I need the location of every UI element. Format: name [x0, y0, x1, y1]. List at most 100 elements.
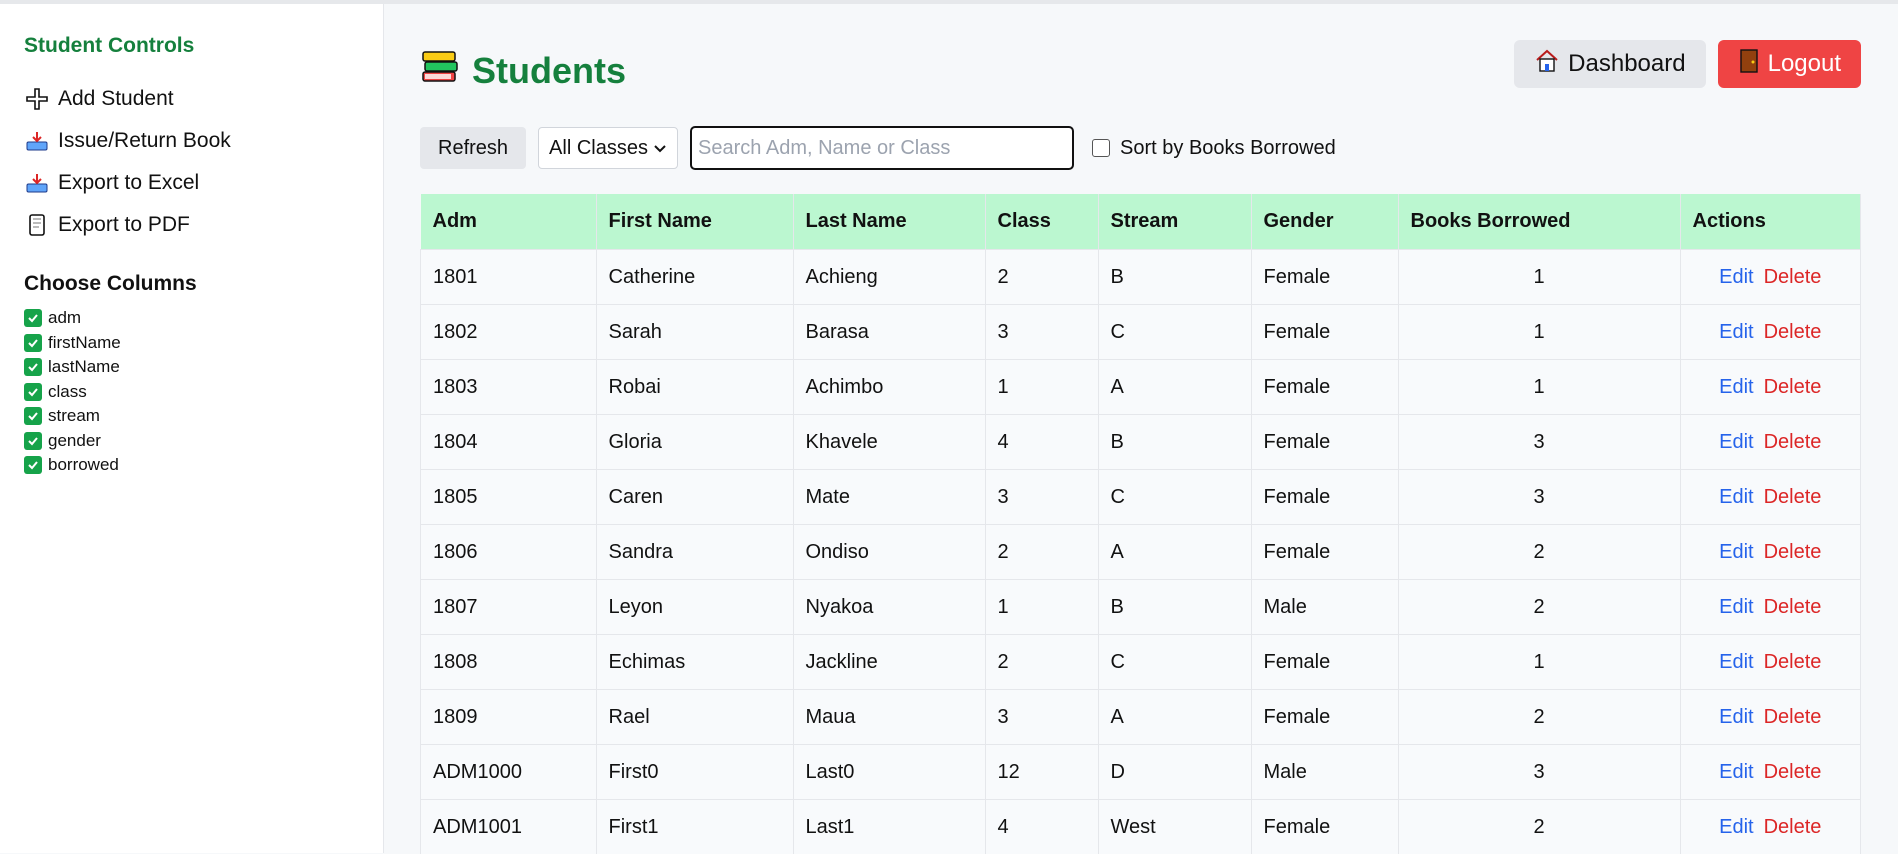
delete-link[interactable]: Delete [1764, 321, 1822, 343]
cell-first-name: Catherine [596, 250, 793, 305]
cell-actions: Edit Delete [1680, 415, 1861, 470]
edit-link[interactable]: Edit [1719, 596, 1753, 618]
checkbox-checked-icon[interactable] [24, 358, 42, 376]
sidebar-item-issue-return-book[interactable]: Issue/Return Book [24, 120, 359, 162]
column-header-first-name[interactable]: First Name [596, 194, 793, 250]
edit-link[interactable]: Edit [1719, 706, 1753, 728]
edit-link[interactable]: Edit [1719, 541, 1753, 563]
cell-books-borrowed: 2 [1398, 525, 1680, 580]
cell-last-name: Achimbo [793, 360, 985, 415]
cell-adm: 1806 [421, 525, 597, 580]
sidebar-item-label: Export to Excel [58, 171, 199, 195]
table-row: 1805CarenMate3CFemale3EditDelete [421, 470, 1861, 525]
cell-stream: B [1098, 580, 1251, 635]
refresh-button[interactable]: Refresh [420, 127, 526, 169]
checkbox-checked-icon[interactable] [24, 334, 42, 352]
delete-link[interactable]: Delete [1764, 376, 1822, 398]
edit-link[interactable]: Edit [1719, 486, 1753, 508]
sidebar-item-add-student[interactable]: Add Student [24, 78, 359, 120]
delete-link[interactable]: Delete [1764, 486, 1822, 508]
table-row: 1807LeyonNyakoa1BMale2EditDelete [421, 580, 1861, 635]
sidebar-item-export-pdf[interactable]: Export to PDF [24, 204, 359, 246]
column-header-gender[interactable]: Gender [1251, 194, 1398, 250]
table-row: 1801CatherineAchieng2BFemale1EditDelete [421, 250, 1861, 305]
delete-link[interactable]: Delete [1764, 266, 1822, 288]
column-option-label: firstName [48, 333, 121, 353]
cell-gender: Female [1251, 360, 1398, 415]
cell-actions: Edit Delete [1680, 800, 1861, 854]
column-header-stream[interactable]: Stream [1098, 194, 1251, 250]
cell-first-name: Rael [596, 690, 793, 745]
cell-stream: West [1098, 800, 1251, 854]
cell-adm: 1801 [421, 250, 597, 305]
cell-actions: Edit Delete [1680, 250, 1861, 305]
column-option-class[interactable]: class [24, 380, 359, 405]
dashboard-button[interactable]: Dashboard [1514, 40, 1705, 88]
cell-adm: ADM1000 [421, 745, 597, 800]
column-option-adm[interactable]: adm [24, 306, 359, 331]
delete-link[interactable]: Delete [1764, 651, 1822, 673]
cell-class: 12 [985, 745, 1098, 800]
column-header-adm[interactable]: Adm [421, 194, 597, 250]
sidebar-item-label: Export to PDF [58, 213, 190, 237]
cell-last-name: Last0 [793, 745, 985, 800]
sort-by-borrowed-toggle[interactable]: Sort by Books Borrowed [1092, 137, 1336, 160]
edit-link[interactable]: Edit [1719, 376, 1753, 398]
column-option-borrowed[interactable]: borrowed [24, 453, 359, 478]
edit-link[interactable]: Edit [1719, 761, 1753, 783]
cell-stream: C [1098, 470, 1251, 525]
cell-last-name: Maua [793, 690, 985, 745]
column-option-gender[interactable]: gender [24, 429, 359, 454]
delete-link[interactable]: Delete [1764, 816, 1822, 838]
edit-link[interactable]: Edit [1719, 266, 1753, 288]
table-row: 1802SarahBarasa3CFemale1EditDelete [421, 305, 1861, 360]
cell-first-name: Leyon [596, 580, 793, 635]
edit-link[interactable]: Edit [1719, 651, 1753, 673]
cell-first-name: Sandra [596, 525, 793, 580]
cell-adm: 1805 [421, 470, 597, 525]
sidebar-title: Student Controls [24, 34, 359, 58]
table-header-row: Adm First Name Last Name Class Stream Ge… [421, 194, 1861, 250]
checkbox-checked-icon[interactable] [24, 407, 42, 425]
cell-last-name: Jackline [793, 635, 985, 690]
page-title: Students [472, 50, 626, 92]
column-option-stream[interactable]: stream [24, 404, 359, 429]
cell-stream: C [1098, 635, 1251, 690]
cell-class: 3 [985, 690, 1098, 745]
cell-first-name: Caren [596, 470, 793, 525]
column-header-books-borrowed[interactable]: Books Borrowed [1398, 194, 1680, 250]
cell-last-name: Barasa [793, 305, 985, 360]
cell-gender: Female [1251, 250, 1398, 305]
logout-button[interactable]: Logout [1718, 40, 1861, 88]
delete-link[interactable]: Delete [1764, 706, 1822, 728]
column-option-lastname[interactable]: lastName [24, 355, 359, 380]
sort-checkbox[interactable] [1092, 139, 1110, 157]
sidebar-item-export-excel[interactable]: Export to Excel [24, 162, 359, 204]
search-input[interactable] [690, 126, 1074, 170]
cell-actions: Edit Delete [1680, 745, 1861, 800]
checkbox-checked-icon[interactable] [24, 456, 42, 474]
cell-stream: D [1098, 745, 1251, 800]
column-option-firstname[interactable]: firstName [24, 331, 359, 356]
class-filter-select[interactable]: All Classes [538, 127, 678, 169]
delete-link[interactable]: Delete [1764, 761, 1822, 783]
cell-first-name: Robai [596, 360, 793, 415]
checkbox-checked-icon[interactable] [24, 383, 42, 401]
door-icon [1738, 48, 1760, 81]
column-header-last-name[interactable]: Last Name [793, 194, 985, 250]
table-row: ADM1000First0Last012DMale3EditDelete [421, 745, 1861, 800]
column-header-class[interactable]: Class [985, 194, 1098, 250]
edit-link[interactable]: Edit [1719, 816, 1753, 838]
delete-link[interactable]: Delete [1764, 541, 1822, 563]
cell-adm: 1802 [421, 305, 597, 360]
edit-link[interactable]: Edit [1719, 431, 1753, 453]
delete-link[interactable]: Delete [1764, 596, 1822, 618]
cell-adm: 1807 [421, 580, 597, 635]
edit-link[interactable]: Edit [1719, 321, 1753, 343]
column-option-label: borrowed [48, 455, 119, 475]
cell-gender: Female [1251, 690, 1398, 745]
checkbox-checked-icon[interactable] [24, 432, 42, 450]
delete-link[interactable]: Delete [1764, 431, 1822, 453]
cell-books-borrowed: 1 [1398, 360, 1680, 415]
checkbox-checked-icon[interactable] [24, 309, 42, 327]
